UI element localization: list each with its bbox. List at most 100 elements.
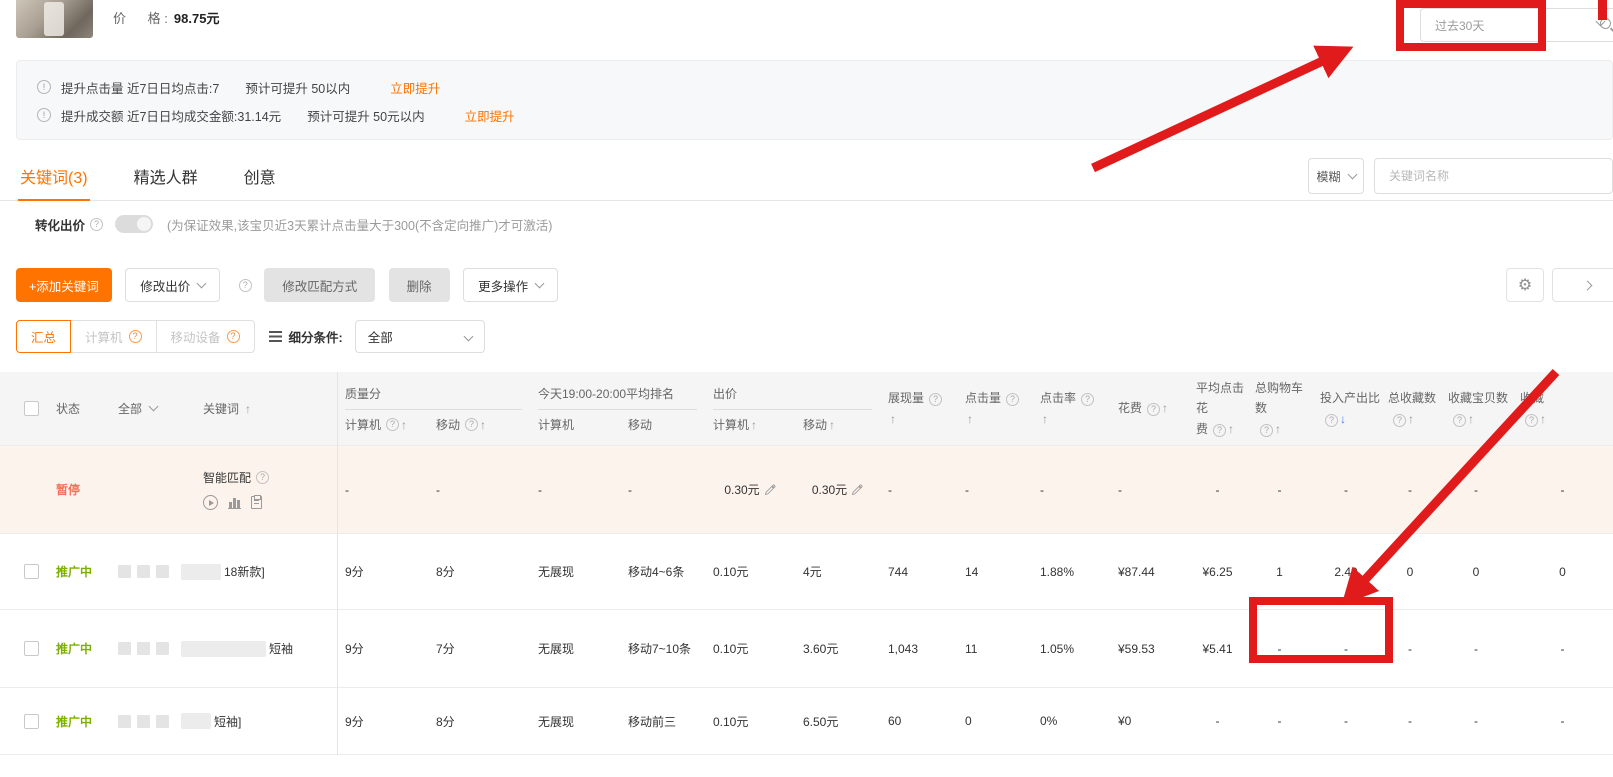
row-checkbox[interactable] <box>24 714 39 729</box>
cell-favorite-items: - <box>1440 446 1512 533</box>
modify-match-button[interactable]: 修改匹配方式 <box>264 268 375 302</box>
cell-cost: ¥59.53 <box>1110 610 1188 687</box>
help-icon: ? <box>1006 393 1019 406</box>
column-settings-button[interactable]: ⚙ <box>1506 268 1544 302</box>
column-header-carts[interactable]: 总购物车数?↑ <box>1247 372 1312 445</box>
more-actions-button[interactable]: 更多操作 <box>463 268 558 302</box>
keyword-promotion-page: 价 格 :98.75元 过去30天 ! 提升点击量 近7日日均点击:7 预计可提… <box>0 0 1613 777</box>
status-filter-dropdown[interactable]: 全部 <box>118 400 175 417</box>
conversion-bid-toggle[interactable] <box>115 215 153 233</box>
conversion-bid-row: 转化出价 ? (为保证效果,该宝贝近3天累计点击量大于300(不含定向推广)才可… <box>35 213 552 235</box>
delete-button[interactable]: 删除 <box>389 268 450 302</box>
column-subheader: 计算机 <box>530 416 620 433</box>
notice-text: 提升点击量 近7日日均点击:7 <box>61 78 219 97</box>
clipboard-icon[interactable] <box>251 496 262 509</box>
column-header-favorites-extra[interactable]: 收藏?↑ <box>1512 372 1613 445</box>
cell-cost: ¥87.44 <box>1110 534 1188 609</box>
match-mode-select[interactable]: 模糊 <box>1308 158 1364 194</box>
cell-bid-pc: 0.10元 <box>705 688 795 754</box>
help-icon[interactable]: ? <box>239 279 252 292</box>
help-icon: ? <box>1453 414 1466 427</box>
column-header-avg-click-cost[interactable]: 平均点击花费?↑ <box>1188 372 1247 445</box>
cell-bid-pc[interactable]: 0.30元 <box>705 446 795 533</box>
metric-headers: 展现量?↑点击量?↑点击率?↑花费?↑平均点击花费?↑总购物车数?↑投入产出比?… <box>880 372 1613 445</box>
segment-condition-select[interactable]: 全部 <box>355 320 485 353</box>
more-actions-label: 更多操作 <box>478 276 528 295</box>
status-badge: 推广中 <box>56 713 100 730</box>
cell-favorite-items: 0 <box>1440 534 1512 609</box>
view-pc-label: 计算机 <box>85 327 123 346</box>
price-value: 98.75元 <box>174 11 220 26</box>
column-header-favorite-items[interactable]: 收藏宝贝数?↑ <box>1440 372 1512 445</box>
cell-rank-pc: 无展现 <box>530 610 620 687</box>
tab-keywords[interactable]: 关键词(3) <box>18 152 90 201</box>
chart-icon[interactable] <box>228 496 241 509</box>
cell-ctr: 1.88% <box>1032 534 1110 609</box>
keyword-search-input[interactable] <box>1374 158 1613 194</box>
column-header-clicks[interactable]: 点击量?↑ <box>957 372 1032 445</box>
cell-bid-mobile: 3.60元 <box>795 610 880 687</box>
view-summary-button[interactable]: 汇总 <box>16 320 71 353</box>
play-icon[interactable] <box>203 495 218 510</box>
cell-avg-click-cost: ¥5.41 <box>1188 610 1247 687</box>
cell-favorite-items: - <box>1440 610 1512 687</box>
segment-condition-label: 细分条件: <box>289 327 343 346</box>
edit-pencil-icon[interactable] <box>851 484 863 496</box>
column-subheader[interactable]: 移动↑ <box>795 416 880 433</box>
tab-creative[interactable]: 创意 <box>242 152 278 201</box>
column-header-favorites[interactable]: 总收藏数?↑ <box>1380 372 1440 445</box>
column-header-cost[interactable]: 花费?↑ <box>1110 372 1188 445</box>
cell-roi: 2.49 <box>1312 534 1380 609</box>
view-mobile-button[interactable]: 移动设备? <box>156 320 255 353</box>
cell-bid-mobile: 4元 <box>795 534 880 609</box>
view-pc-button[interactable]: 计算机? <box>70 320 157 353</box>
column-header-keyword[interactable]: 关键词↑ <box>203 400 337 417</box>
cell-qs-pc: 9分 <box>337 534 428 609</box>
table-header: 状态 全部 关键词↑ 质量分计算机?↑移动?↑今天19:00-20:00平均排名… <box>0 372 1613 445</box>
table-body: 暂停智能匹配?----0.30元0.30元----------推广中18新款]9… <box>0 445 1613 755</box>
help-icon: ? <box>256 471 269 484</box>
column-group-1: 今天19:00-20:00平均排名计算机移动 <box>530 372 705 445</box>
column-header-impressions[interactable]: 展现量?↑ <box>880 372 957 445</box>
boost-now-link[interactable]: 立即提升 <box>390 78 440 97</box>
cell-favorites-extra: - <box>1512 446 1613 533</box>
cell-clicks: 0 <box>957 688 1032 754</box>
cell-carts: - <box>1247 610 1312 687</box>
column-subheader: 移动 <box>620 416 705 433</box>
notice-estimate: 预计可提升 50元以内 <box>307 106 424 125</box>
add-keyword-button[interactable]: +添加关键词 <box>16 268 112 302</box>
column-subheader[interactable]: 计算机↑ <box>705 416 795 433</box>
row-checkbox[interactable] <box>24 564 39 579</box>
cell-cost: - <box>1110 446 1188 533</box>
cell-clicks: 14 <box>957 534 1032 609</box>
actions-toolbar: +添加关键词 修改出价 ? 修改匹配方式 删除 更多操作 ⚙ <box>16 268 1613 302</box>
status-badge: 推广中 <box>56 640 100 657</box>
keyword-cell: 18新款] <box>175 534 337 609</box>
column-header-ctr[interactable]: 点击率?↑ <box>1032 372 1110 445</box>
boost-now-link[interactable]: 立即提升 <box>465 106 515 125</box>
cell-bid-mobile[interactable]: 0.30元 <box>795 446 880 533</box>
cell-bid-pc: 0.10元 <box>705 534 795 609</box>
column-header-roi[interactable]: 投入产出比?↓ <box>1312 372 1380 445</box>
sort-asc-icon: ↑ <box>890 412 896 426</box>
column-subheader[interactable]: 计算机?↑ <box>337 416 428 433</box>
info-icon: ! <box>37 80 51 94</box>
edit-pencil-icon[interactable] <box>764 484 776 496</box>
conversion-bid-label: 转化出价 <box>35 215 85 234</box>
row-checkbox[interactable] <box>24 641 39 656</box>
modify-bid-button[interactable]: 修改出价 <box>125 268 220 302</box>
redacted-keyword <box>181 713 211 729</box>
collapse-button[interactable] <box>1552 268 1613 302</box>
cell-bid-pc: 0.10元 <box>705 610 795 687</box>
date-range-select[interactable]: 过去30天 <box>1420 8 1613 42</box>
sort-asc-icon: ↑ <box>1162 401 1168 415</box>
column-group-2: 出价计算机↑移动↑ <box>705 372 880 445</box>
search-icon[interactable] <box>1600 18 1611 29</box>
column-subheader[interactable]: 移动?↑ <box>428 416 530 433</box>
help-icon[interactable]: ? <box>90 218 103 231</box>
select-all-checkbox[interactable] <box>24 401 39 416</box>
chevron-down-icon <box>1582 280 1592 290</box>
sort-asc-icon: ↑ <box>751 418 757 432</box>
tab-audience[interactable]: 精选人群 <box>132 152 200 201</box>
cell-ctr: 1.05% <box>1032 610 1110 687</box>
